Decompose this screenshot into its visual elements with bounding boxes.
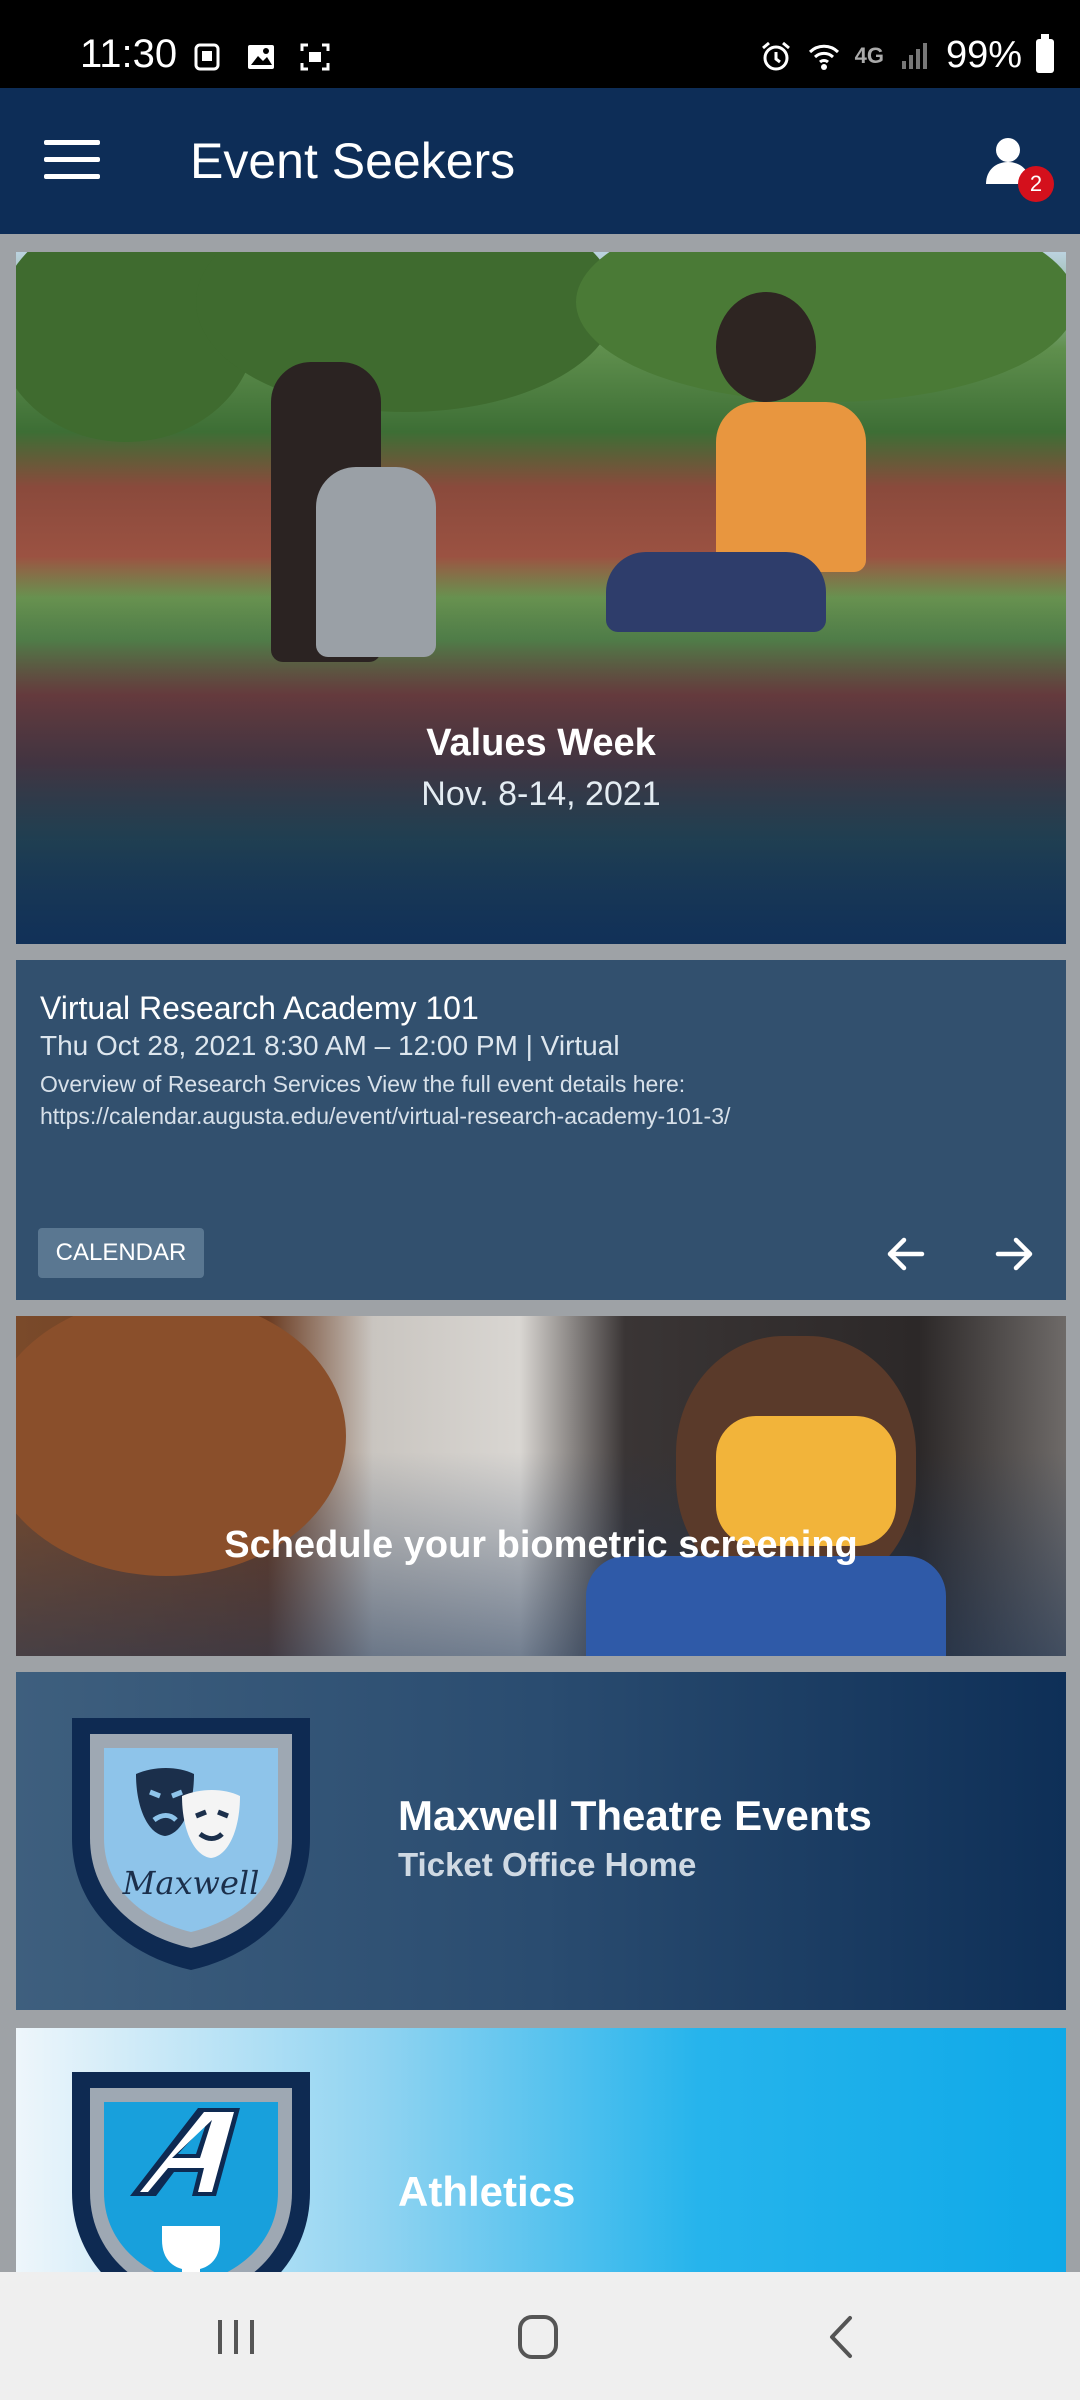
tree-shape [196,252,616,412]
hamburger-icon [44,157,100,162]
tree-shape [576,252,1066,402]
event-card[interactable]: Virtual Research Academy 101 Thu Oct 28,… [16,960,1066,1300]
theatre-card[interactable]: Maxwell Maxwell Theatre Events Ticket Of… [16,1672,1066,2010]
alarm-icon [761,41,790,70]
hamburger-icon [44,174,100,179]
event-title: Virtual Research Academy 101 [40,990,479,1026]
hero-banner[interactable]: Values Week Nov. 8-14, 2021 [16,252,1066,944]
home-icon[interactable] [508,2312,568,2362]
notification-icon [194,43,220,71]
page-title: Event Seekers [190,133,516,189]
person-shape [716,402,866,572]
network-type: 4G [854,42,884,68]
battery-percent: 99% [945,34,1022,76]
person-shape [316,467,436,657]
calendar-button[interactable]: CALENDAR [38,1228,204,1278]
hamburger-icon [44,140,100,145]
arrow-right-icon[interactable] [986,1226,1042,1282]
theatre-subtitle: Ticket Office Home [398,1846,697,1883]
theatre-shield-logo: Maxwell [72,1718,310,1970]
theatre-logo-text: Maxwell [122,1864,260,1902]
biometric-banner[interactable]: Schedule your biometric screening [16,1316,1066,1656]
wifi-icon [808,44,839,70]
person-shape [716,292,816,402]
hero-caption: Values Week Nov. 8-14, 2021 [16,722,1066,814]
background-shape [586,1556,946,1656]
person-shape [606,552,826,632]
hero-title: Values Week [426,722,656,764]
menu-button[interactable] [44,140,100,180]
battery-icon [1036,33,1054,73]
arrow-left-icon[interactable] [878,1226,934,1282]
app-bar: Event Seekers 2 [0,88,1080,234]
status-bar: 11:30 4G 99% [0,0,1080,88]
recent-apps-icon[interactable] [206,2312,266,2362]
notification-badge: 2 [1018,166,1054,202]
hero-subtitle: Nov. 8-14, 2021 [421,775,661,813]
status-time: 11:30 [80,32,178,76]
screenshot-icon [300,43,330,71]
athletics-card[interactable]: Athletics [16,2028,1066,2273]
navigation-bar [0,2272,1080,2400]
athletics-shield-logo [72,2072,310,2273]
theatre-title: Maxwell Theatre Events [398,1792,872,1839]
back-icon[interactable] [812,2312,872,2362]
signal-icon [901,42,927,69]
athletics-title: Athletics [398,2168,576,2215]
event-datetime: Thu Oct 28, 2021 8:30 AM – 12:00 PM | Vi… [40,1030,620,1061]
image-icon [248,45,274,69]
biometric-title: Schedule your biometric screening [224,1524,858,1566]
event-description: Overview of Research Services View the f… [40,1071,731,1129]
